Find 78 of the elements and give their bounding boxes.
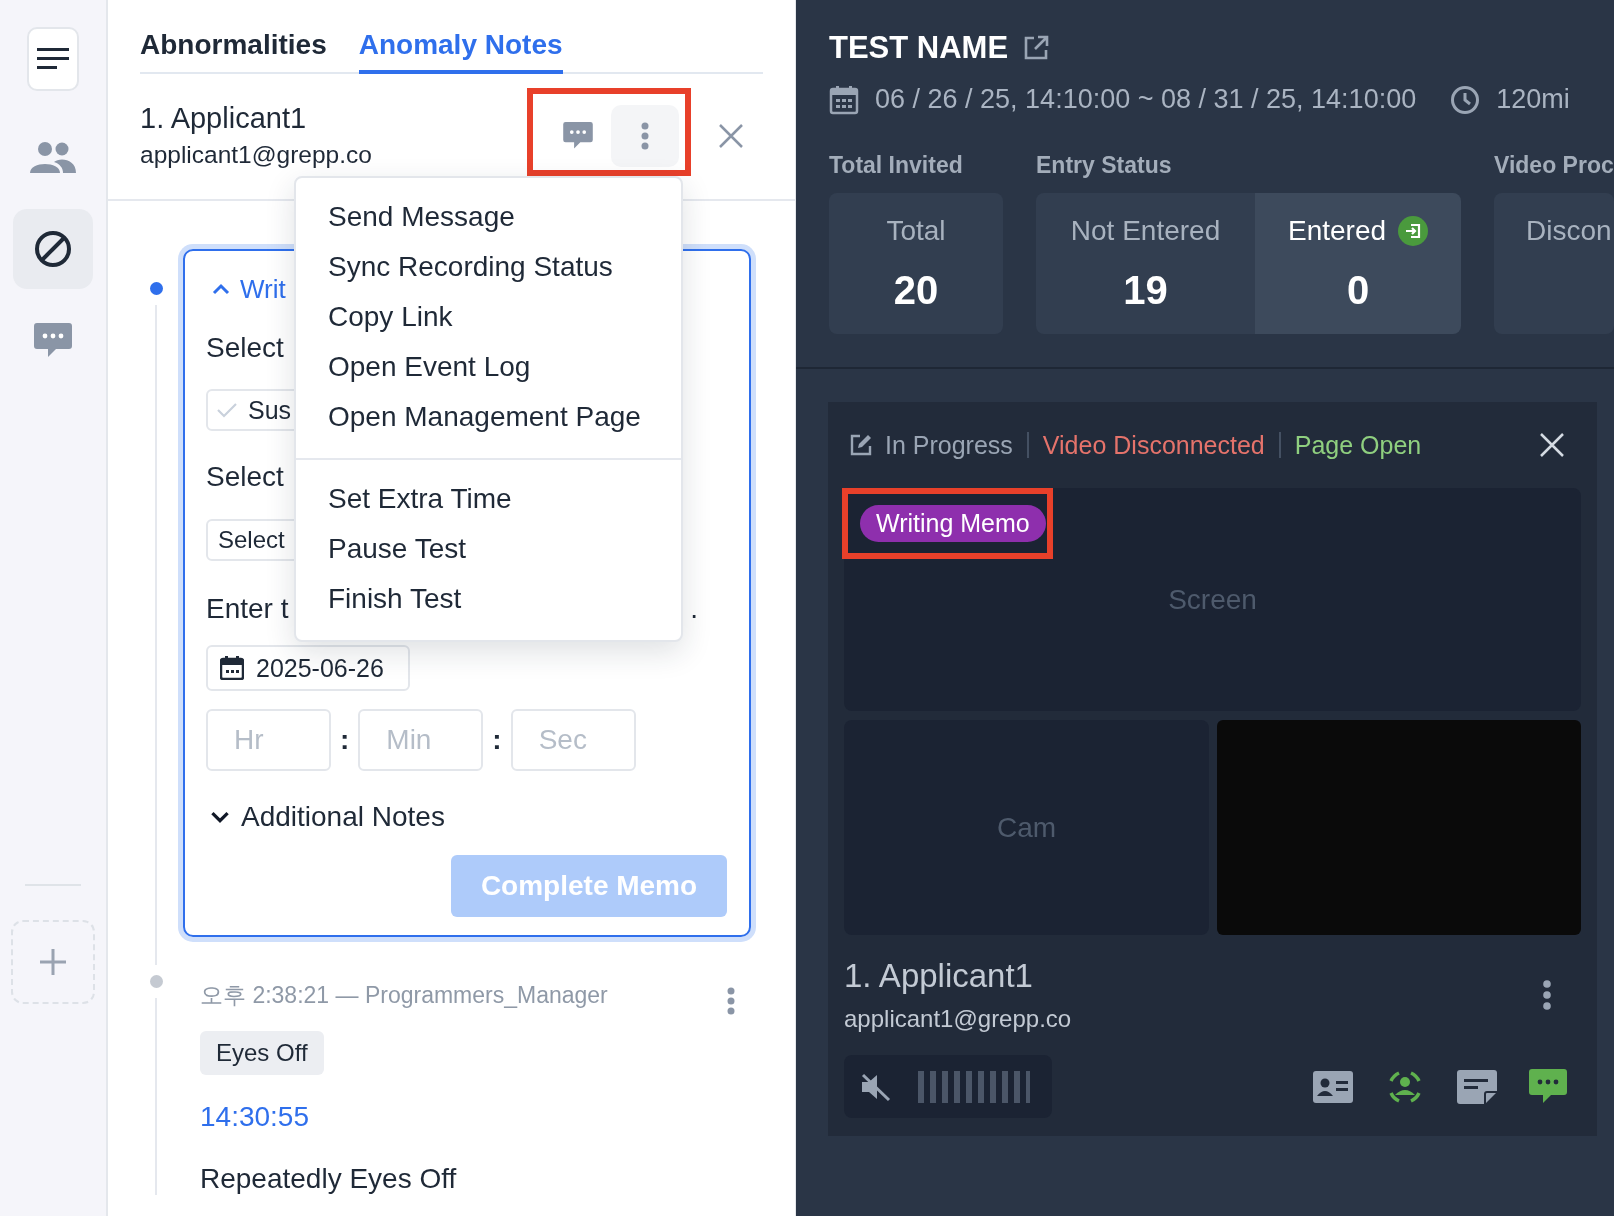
- tab[interactable]: Anomaly Notes: [358, 0, 563, 74]
- chat-icon: [563, 121, 593, 150]
- timestamp-link[interactable]: 14:30:55: [200, 1101, 309, 1133]
- menu-button[interactable]: [27, 27, 79, 91]
- status-label: Page Open: [1294, 430, 1422, 460]
- log-meta: 오후 2:38:21 — Programmers_Manager: [200, 980, 608, 1010]
- kebab-icon: [641, 121, 649, 150]
- applicant-email: applicant1@grepp.co: [140, 141, 372, 169]
- timeline-dot: [150, 975, 163, 988]
- time-input[interactable]: Sec: [510, 709, 636, 771]
- time-input[interactable]: Min: [358, 709, 484, 771]
- close-button[interactable]: [1539, 432, 1565, 458]
- chat-icon[interactable]: [1529, 1068, 1567, 1105]
- tab[interactable]: Abnormalities: [140, 0, 327, 74]
- stat-card[interactable]: Entered 0: [1255, 193, 1461, 334]
- stat-heading: Video Proc: [1494, 152, 1614, 179]
- stat-heading: Total Invited: [829, 152, 964, 179]
- screen-label: Screen: [1168, 583, 1257, 616]
- field-label: Enter t: [206, 592, 289, 626]
- test-period: 06 / 26 / 25, 14:10:00 ~ 08 / 31 / 25, 14:10:00: [875, 84, 1417, 115]
- stat-card[interactable]: Discon: [1494, 193, 1614, 334]
- log-note: Repeatedly Eyes Off: [200, 1163, 457, 1195]
- chat-icon: [34, 323, 72, 359]
- stat-value: 20: [893, 268, 939, 313]
- applicant-email: applicant1@grepp.co: [844, 1005, 1072, 1033]
- kebab-icon: [1543, 980, 1551, 1010]
- test-duration: 120mi: [1496, 84, 1570, 115]
- memo-toggle[interactable]: Writ: [206, 271, 286, 307]
- cam-label: Cam: [996, 811, 1057, 844]
- block-icon: [34, 230, 72, 268]
- applicant-name: 1. Applicant1: [844, 957, 1034, 995]
- clock-icon: [1450, 84, 1481, 115]
- stat-card[interactable]: Not Entered 19: [1036, 193, 1255, 334]
- speaker-muted-icon[interactable]: [860, 1071, 892, 1102]
- menu-icon: [37, 48, 69, 70]
- applicant-name: 1. Applicant1: [140, 102, 308, 135]
- menu-item[interactable]: Send Message: [296, 192, 681, 242]
- kebab-icon: [727, 987, 735, 1015]
- stat-label: Entered: [1287, 215, 1387, 247]
- stat-label: Not Entered: [1070, 215, 1221, 247]
- check-icon: [216, 402, 238, 418]
- field-label: Select: [206, 460, 284, 494]
- writing-memo-badge: Writing Memo: [860, 505, 1046, 542]
- memo-icon[interactable]: [1457, 1069, 1497, 1104]
- edit-icon: [849, 433, 873, 457]
- stat-label: Total: [886, 215, 946, 247]
- stat-value: 0: [1346, 268, 1370, 313]
- menu-item[interactable]: Sync Recording Status: [296, 242, 681, 292]
- stat-value: 19: [1123, 268, 1168, 313]
- time-input[interactable]: Hr: [206, 709, 331, 771]
- status-label: Video Disconnected: [1042, 430, 1265, 460]
- calendar-icon: [829, 84, 859, 115]
- menu-item[interactable]: Finish Test: [296, 574, 681, 624]
- time-separator: :: [492, 724, 502, 756]
- date-field[interactable]: 2025-06-26: [206, 645, 410, 691]
- close-icon: [1540, 433, 1564, 457]
- test-title: TEST NAME: [829, 30, 1009, 66]
- block-nav-button[interactable]: [13, 209, 93, 289]
- menu-item[interactable]: Copy Link: [296, 292, 681, 342]
- field-label: .: [690, 592, 698, 626]
- field-label: Select: [206, 331, 284, 365]
- stat-label: Discon: [1526, 215, 1612, 247]
- stat-heading: Entry Status: [1036, 152, 1173, 179]
- stat-card[interactable]: Total 20: [829, 193, 1003, 334]
- close-icon: [719, 123, 743, 148]
- external-link-icon[interactable]: [1022, 34, 1051, 62]
- plus-icon: [40, 949, 66, 975]
- event-tag: Eyes Off: [200, 1031, 324, 1075]
- notes-toggle[interactable]: Additional Notes: [206, 799, 445, 835]
- people-icon: [30, 141, 76, 173]
- time-separator: :: [340, 724, 350, 756]
- more-button[interactable]: [611, 104, 679, 167]
- timeline-dot: [150, 282, 163, 295]
- menu-item[interactable]: Open Event Log: [296, 342, 681, 392]
- id-card-icon[interactable]: [1313, 1070, 1353, 1103]
- enter-icon: [1398, 216, 1429, 246]
- status-label: In Progress: [885, 430, 1013, 460]
- calendar-icon: [220, 656, 244, 680]
